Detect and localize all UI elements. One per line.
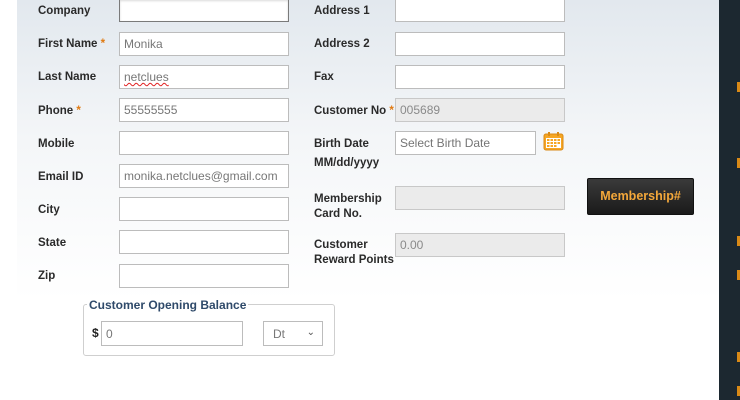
mobile-input[interactable] bbox=[119, 131, 289, 155]
birth-date-label: Birth Date bbox=[314, 138, 369, 150]
reward-points-label-line2: Reward Points bbox=[314, 254, 394, 266]
right-sidebar-edge bbox=[719, 0, 740, 400]
chevron-down-icon: ⌄ bbox=[306, 327, 315, 338]
currency-symbol: $ bbox=[92, 326, 99, 340]
last-name-input[interactable]: netclues bbox=[119, 65, 289, 89]
membership-card-label-line2: Card No. bbox=[314, 208, 362, 220]
customer-no-label-text: Customer No bbox=[314, 105, 387, 117]
customer-no-input bbox=[395, 98, 565, 122]
city-label: City bbox=[38, 204, 60, 216]
state-input[interactable] bbox=[119, 230, 289, 254]
company-input[interactable] bbox=[119, 0, 289, 22]
membership-card-label-line1: Membership bbox=[314, 193, 382, 205]
address2-label: Address 2 bbox=[314, 38, 370, 50]
zip-label: Zip bbox=[38, 270, 56, 282]
first-name-label-text: First Name bbox=[38, 38, 98, 50]
address1-label: Address 1 bbox=[314, 5, 370, 17]
zip-input[interactable] bbox=[119, 264, 289, 288]
opening-balance-amount-input[interactable] bbox=[101, 321, 243, 346]
company-label: Company bbox=[38, 5, 91, 17]
left-margin bbox=[0, 0, 17, 400]
required-marker: * bbox=[389, 105, 394, 117]
first-name-input[interactable] bbox=[119, 32, 289, 56]
phone-label-text: Phone bbox=[38, 105, 74, 117]
balance-type-select[interactable]: Dt ⌄ bbox=[263, 321, 323, 346]
fax-label: Fax bbox=[314, 71, 334, 83]
email-input[interactable] bbox=[119, 164, 289, 188]
birth-date-format-label: MM/dd/yyyy bbox=[314, 157, 380, 169]
first-name-label: First Name * bbox=[38, 37, 105, 52]
last-name-value: netclues bbox=[124, 70, 169, 84]
city-input[interactable] bbox=[119, 197, 289, 221]
birth-date-input[interactable] bbox=[395, 131, 536, 155]
mobile-label: Mobile bbox=[38, 138, 75, 150]
calendar-icon[interactable] bbox=[543, 131, 564, 151]
opening-balance-legend: Customer Opening Balance bbox=[87, 298, 249, 312]
balance-type-value: Dt bbox=[273, 327, 285, 341]
phone-label: Phone * bbox=[38, 104, 81, 119]
address1-input[interactable] bbox=[395, 0, 565, 22]
fax-input[interactable] bbox=[395, 65, 565, 89]
customer-no-label: Customer No * bbox=[314, 104, 394, 119]
last-name-label: Last Name bbox=[38, 71, 97, 83]
required-marker: * bbox=[76, 105, 81, 117]
reward-points-input bbox=[395, 233, 565, 257]
phone-input[interactable] bbox=[119, 98, 289, 122]
address2-input[interactable] bbox=[395, 32, 565, 56]
reward-points-label-line1: Customer bbox=[314, 239, 368, 251]
email-label: Email ID bbox=[38, 171, 84, 183]
membership-button[interactable]: Membership# bbox=[587, 178, 694, 215]
state-label: State bbox=[38, 237, 67, 249]
required-marker: * bbox=[100, 38, 106, 50]
membership-card-input bbox=[395, 186, 565, 210]
